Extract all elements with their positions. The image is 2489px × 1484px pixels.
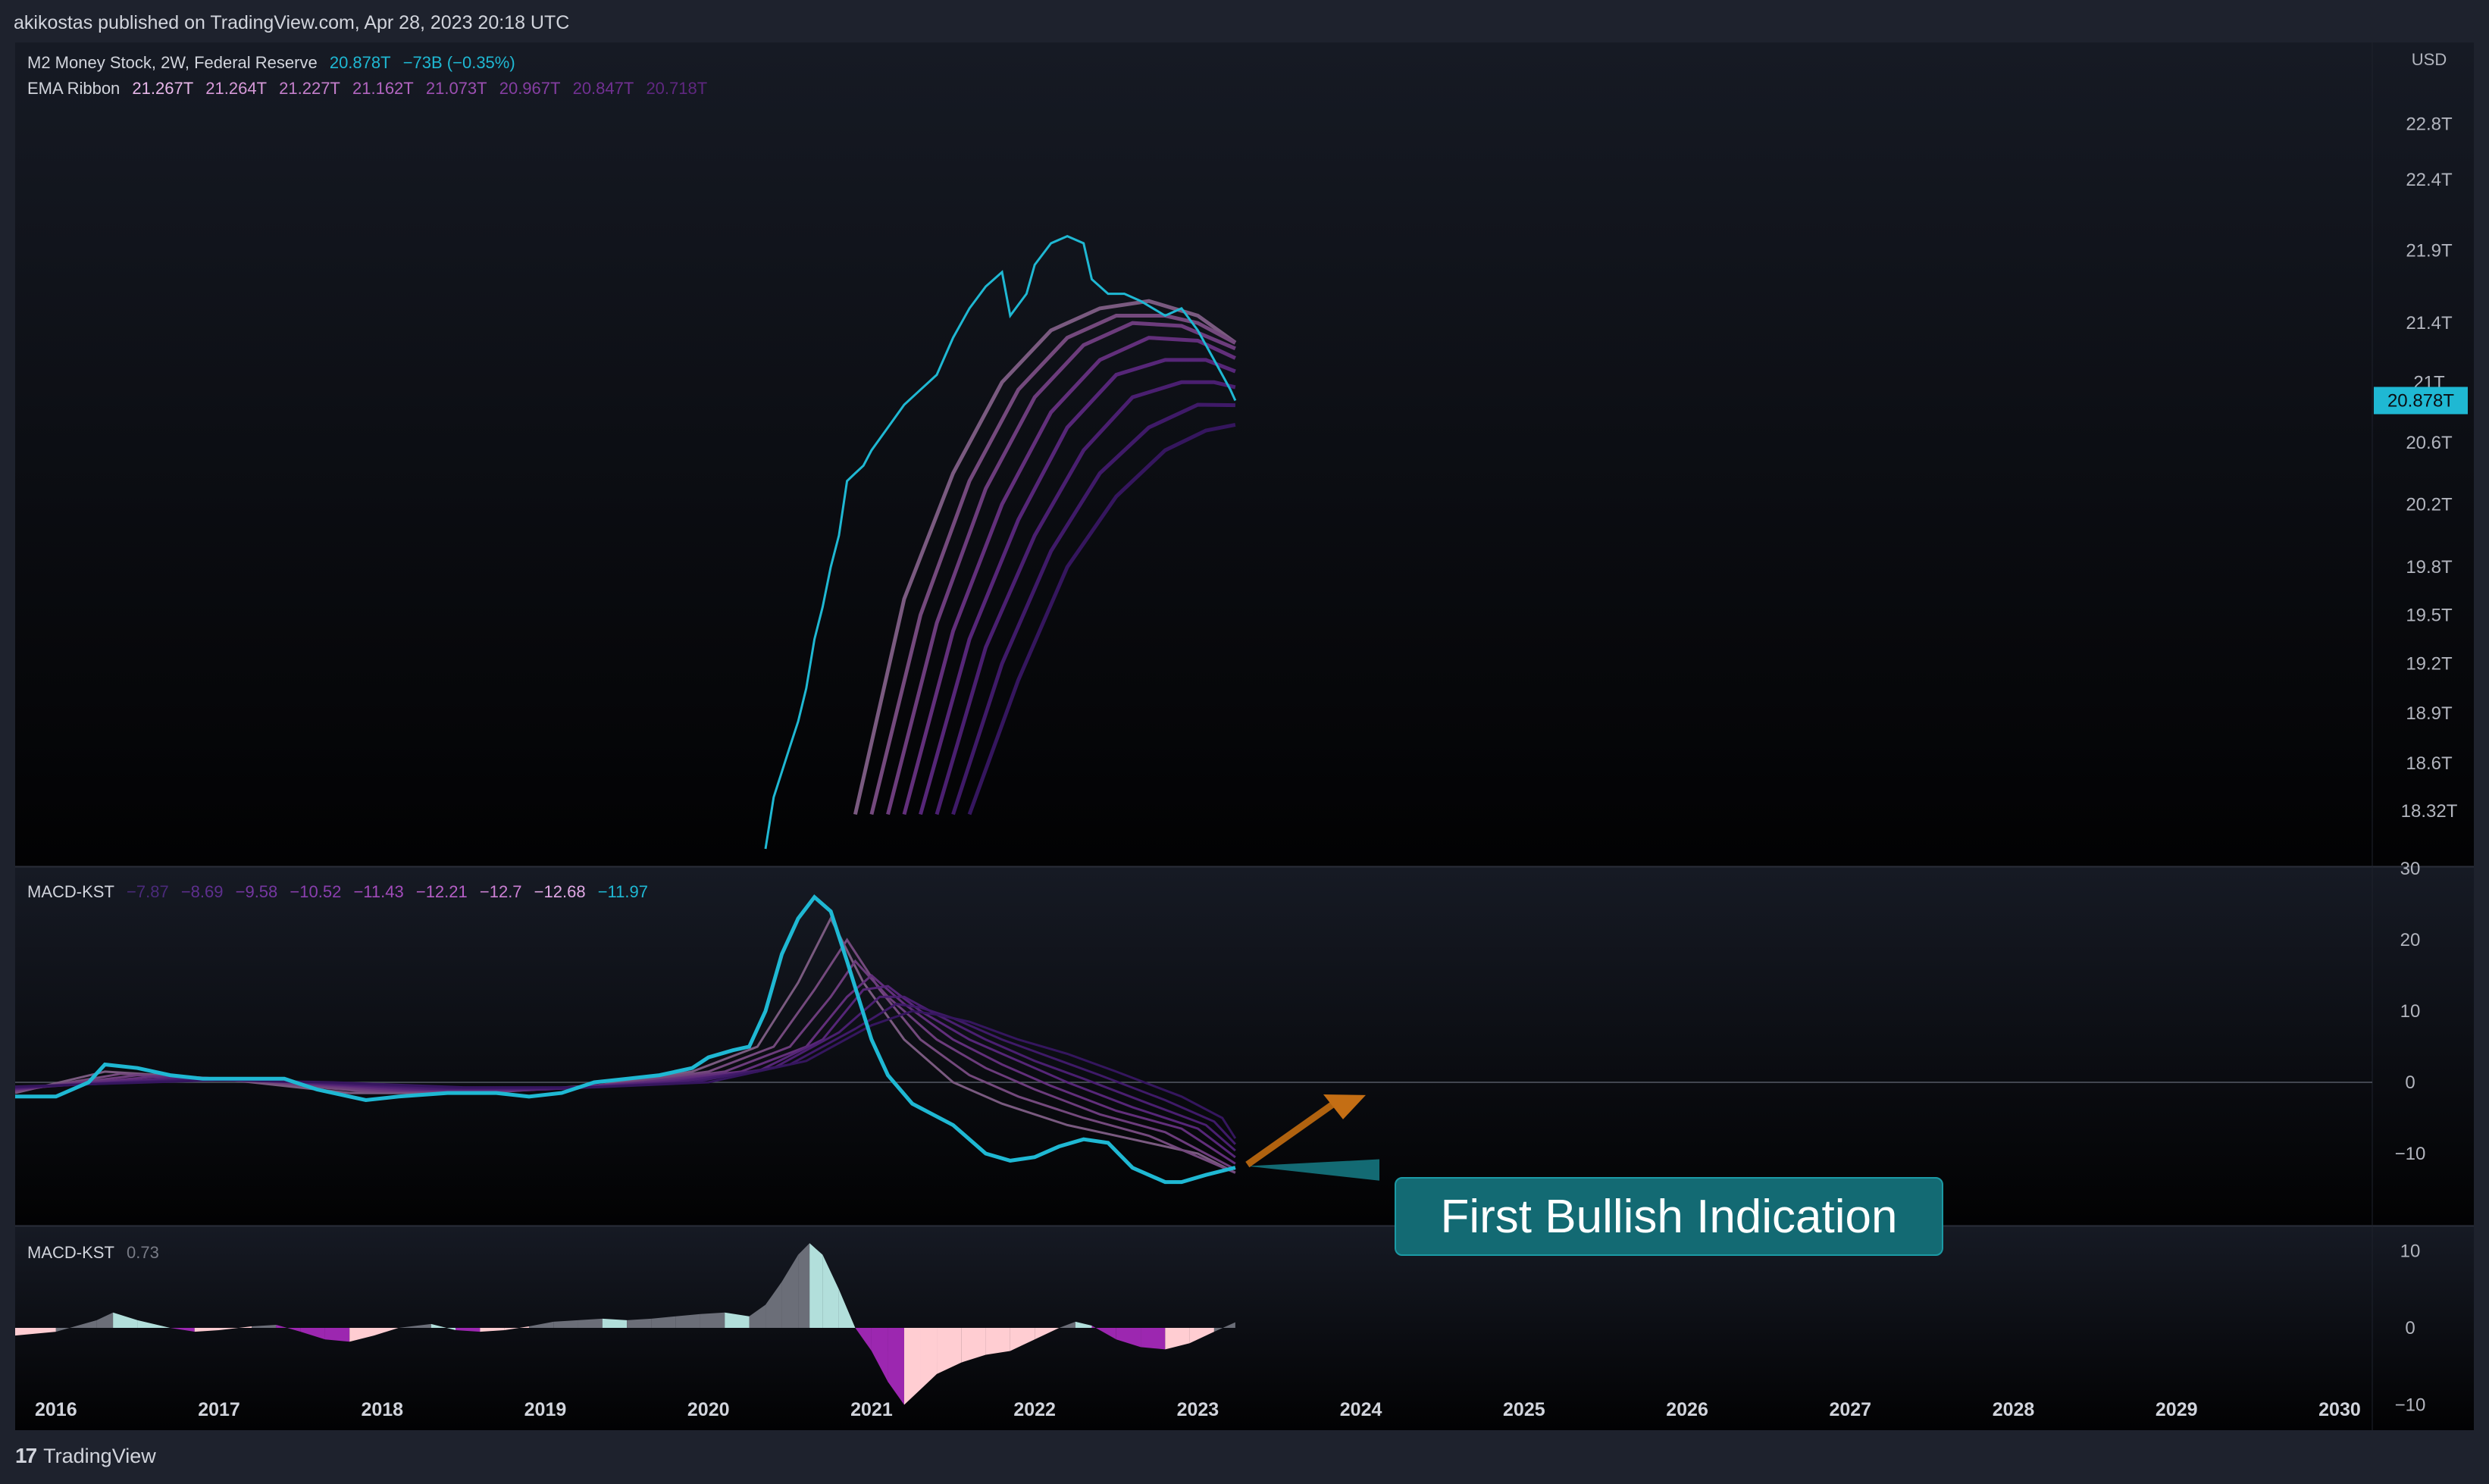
last-price-label: 20.878T: [2387, 390, 2454, 411]
annotation-callout[interactable]: First Bullish Indication: [1395, 1177, 1943, 1256]
time-axis-tick: 2022: [1013, 1399, 1056, 1420]
tradingview-brand-name: TradingView: [43, 1444, 156, 1467]
macd-value: −9.58: [235, 882, 278, 901]
macd-axis-tick: 30: [2400, 859, 2421, 879]
histogram-bar: [324, 1328, 350, 1342]
macd-value: −11.97: [597, 882, 648, 901]
time-axis-tick: 2021: [850, 1399, 893, 1420]
macd-value: −8.69: [180, 882, 224, 901]
ema-value: 20.967T: [499, 79, 561, 98]
histogram-bar: [798, 1243, 810, 1328]
price-axis-tick: 19.8T: [2406, 557, 2453, 578]
price-axis-tick: 19.5T: [2406, 605, 2453, 625]
time-axis-tick: 2017: [198, 1399, 240, 1420]
tradingview-logo-icon: 17: [15, 1444, 37, 1467]
chart-svg[interactable]: 22.8T22.4T21.9T21.4T21T20.6T20.2T19.8T19…: [14, 42, 2474, 1430]
time-axis-tick: 2019: [524, 1399, 567, 1420]
main-pane-background: [15, 42, 2474, 866]
hist-legend-title: MACD-KST: [27, 1243, 114, 1262]
annotation-text: First Bullish Indication: [1440, 1190, 1898, 1243]
ema-value: 21.162T: [352, 79, 414, 98]
price-axis-tick: 22.8T: [2406, 114, 2453, 135]
hist-legend: MACD-KST 0.73: [27, 1243, 167, 1263]
macd-legend-title: MACD-KST: [27, 882, 114, 901]
macd-value: −10.52: [290, 882, 342, 901]
price-axis-tick: 22.4T: [2406, 170, 2453, 190]
tradingview-brand[interactable]: 17 TradingView: [15, 1444, 156, 1468]
price-axis-tick: 20.2T: [2406, 494, 2453, 515]
ema-legend-title: EMA Ribbon: [27, 79, 121, 98]
macd-value: −12.7: [479, 882, 522, 901]
histogram-bar: [675, 1313, 700, 1328]
histogram-bar: [602, 1318, 628, 1328]
price-axis-tick: 19.2T: [2406, 654, 2453, 675]
chart-area[interactable]: 22.8T 22.4T 21.9T 21.4T 21T 20.6T 20.2T 19.8T 19…: [14, 42, 2474, 1430]
histogram-bar: [700, 1312, 725, 1328]
price-axis-tick: 18.6T: [2406, 753, 2453, 774]
histogram-bar: [578, 1318, 603, 1328]
currency-label: USD: [2412, 50, 2447, 69]
publisher-bar: akikostas published on TradingView.com, …: [0, 0, 2489, 42]
hist-axis-tick: 10: [2400, 1241, 2421, 1261]
time-axis-tick: 2024: [1340, 1399, 1382, 1420]
ema-value: 20.718T: [646, 79, 708, 98]
hist-axis-tick: −10: [2395, 1395, 2426, 1416]
macd-value: −12.21: [415, 882, 468, 901]
time-axis-tick: 2027: [1829, 1399, 1871, 1420]
time-axis-tick: 2016: [35, 1399, 77, 1420]
main-legend-change: −73B (−0.35%): [402, 53, 515, 72]
time-axis-tick: 2026: [1666, 1399, 1708, 1420]
main-legend: M2 Money Stock, 2W, Federal Reserve 20.8…: [27, 53, 523, 73]
ema-value: 21.264T: [205, 79, 268, 98]
histogram-bar: [1141, 1328, 1166, 1350]
price-axis-tick: 20.6T: [2406, 433, 2453, 453]
macd-axis-tick: 10: [2400, 1001, 2421, 1022]
ema-legend: EMA Ribbon 21.267T 21.264T 21.227T 21.16…: [27, 79, 715, 99]
time-axis-tick: 2018: [361, 1399, 403, 1420]
ema-value: 21.267T: [132, 79, 194, 98]
hist-legend-value: 0.73: [127, 1243, 159, 1262]
ema-value: 20.847T: [572, 79, 634, 98]
histogram-bar: [627, 1318, 652, 1328]
ema-value: 21.227T: [279, 79, 340, 98]
histogram-bar: [809, 1243, 823, 1328]
time-axis-tick: 2020: [687, 1399, 730, 1420]
footer-bar: 17 TradingView: [0, 1430, 2489, 1484]
hist-axis-tick: 0: [2405, 1318, 2415, 1338]
ema-value: 21.073T: [425, 79, 487, 98]
time-axis-tick: 2025: [1503, 1399, 1545, 1420]
time-axis-tick: 2029: [2156, 1399, 2198, 1420]
macd-value: −12.68: [534, 882, 586, 901]
price-axis-tick: 18.9T: [2406, 703, 2453, 724]
time-axis-tick: 2030: [2318, 1399, 2361, 1420]
price-axis-tick: 21.9T: [2406, 240, 2453, 261]
macd-value: −11.43: [353, 882, 404, 901]
macd-pane-background: [15, 867, 2474, 1226]
macd-axis-tick: 0: [2405, 1072, 2415, 1093]
main-legend-value: 20.878T: [329, 53, 391, 72]
macd-legend: MACD-KST −7.87 −8.69 −9.58 −10.52 −11.43…: [27, 882, 656, 902]
price-axis-tick: 18.32T: [2401, 801, 2458, 822]
macd-axis-tick: −10: [2395, 1144, 2426, 1164]
time-axis-tick: 2023: [1177, 1399, 1219, 1420]
main-legend-title: M2 Money Stock, 2W, Federal Reserve: [27, 53, 318, 72]
macd-value: −7.87: [127, 882, 169, 901]
histogram-bar: [985, 1328, 1010, 1355]
macd-axis-tick: 20: [2400, 930, 2421, 950]
publisher-line: akikostas published on TradingView.com, …: [14, 12, 570, 33]
price-axis-tick: 21.4T: [2406, 313, 2453, 333]
time-axis-tick: 2028: [1993, 1399, 2035, 1420]
